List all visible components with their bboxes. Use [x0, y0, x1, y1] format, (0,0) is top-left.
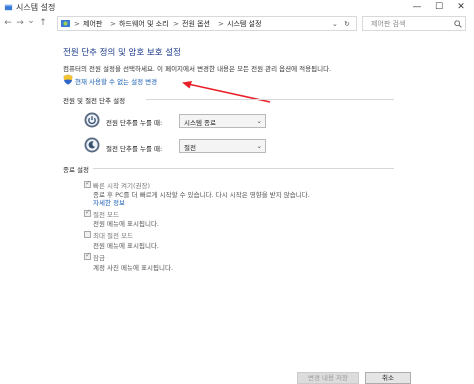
save-changes-button[interactable]: 변경 내용 저장 — [297, 372, 359, 384]
power-button-value: 시스템 종료 — [184, 119, 216, 127]
checkmark-icon: ✓ — [85, 179, 91, 187]
annotation-arrow — [182, 81, 271, 103]
fast-startup-description: 종료 후 PC를 더 빠르게 시작할 수 있습니다. 다시 시작은 영향을 받지… — [93, 191, 310, 199]
lock-description: 계정 사진 메뉴에 표시됩니다. — [93, 264, 174, 272]
sleep-description: 전원 메뉴에 표시됩니다. — [93, 220, 159, 228]
control-panel-icon — [61, 20, 70, 27]
sleep-button-value: 절전 — [184, 144, 196, 152]
checkmark-icon: ✓ — [85, 251, 91, 259]
search-icon[interactable] — [454, 20, 462, 28]
page-title: 전원 단추 정의 및 암호 보호 설정 — [63, 48, 181, 58]
power-button-icon — [84, 112, 100, 128]
sleep-checkbox: ✓ — [84, 208, 91, 217]
uac-shield-icon — [63, 74, 73, 85]
lock-checkbox: ✓ — [84, 251, 91, 260]
cancel-button[interactable]: 취소 — [365, 372, 411, 384]
close-button[interactable]: ✕ — [452, 0, 470, 14]
window-title: 시스템 설정 — [16, 3, 56, 12]
breadcrumb-system-settings[interactable]: 시스템 설정 — [227, 18, 261, 30]
minimize-button[interactable]: — — [408, 0, 426, 14]
breadcrumb-separator: > — [173, 20, 179, 28]
lock-label: 잠금 — [93, 254, 105, 262]
power-button-label: 전원 단추를 누를 때: — [106, 119, 163, 127]
hibernate-description: 전원 메뉴에 표시됩니다. — [93, 242, 159, 250]
up-icon[interactable]: ↑ — [38, 18, 48, 28]
page-description: 컴퓨터의 전원 설정을 선택하세요. 이 페이지에서 변경한 내용은 모든 전원… — [63, 65, 332, 73]
breadcrumb-separator: > — [110, 20, 116, 28]
search-box[interactable]: 제어판 검색 — [362, 16, 466, 31]
power-button-select[interactable]: 시스템 종료 ⌄ — [179, 114, 266, 128]
power-section-title: 전원 및 절전 단추 설정 — [63, 97, 126, 105]
sleep-button-icon — [84, 137, 100, 153]
search-placeholder: 제어판 검색 — [371, 20, 406, 28]
breadcrumb-control-panel[interactable]: 제어판 — [83, 18, 102, 30]
breadcrumb-separator: > — [74, 20, 80, 28]
forward-icon[interactable]: → — [15, 18, 25, 28]
refresh-icon[interactable]: ↻ — [344, 18, 350, 30]
hibernate-label: 최대 절전 모드 — [93, 232, 134, 240]
hibernate-checkbox — [84, 231, 91, 238]
shutdown-section-title: 종료 설정 — [63, 166, 89, 174]
breadcrumb-power-options[interactable]: 전원 옵션 — [182, 18, 210, 30]
title-bar — [0, 0, 474, 15]
recent-dropdown-icon[interactable]: ⌄ — [26, 16, 36, 26]
sleep-button-select[interactable]: 절전 ⌄ — [179, 139, 266, 153]
breadcrumb-hardware-sound[interactable]: 하드웨어 및 소리 — [119, 18, 169, 30]
checkmark-icon: ✓ — [85, 208, 91, 216]
change-settings-link[interactable]: 현재 사용할 수 없는 설정 변경 — [75, 76, 157, 86]
chevron-down-icon: ⌄ — [256, 142, 262, 150]
back-icon[interactable]: ← — [3, 18, 13, 28]
fast-startup-checkbox: ✓ — [84, 179, 91, 188]
section-divider — [146, 99, 394, 100]
sleep-button-label: 절전 단추를 누를 때: — [106, 145, 163, 153]
control-panel-icon — [4, 4, 13, 11]
maximize-button[interactable]: ☐ — [430, 0, 448, 14]
section-divider — [93, 168, 394, 169]
chevron-down-icon: ⌄ — [256, 117, 262, 125]
learn-more-link[interactable]: 자세한 정보 — [93, 197, 125, 207]
address-dropdown-icon[interactable]: ⌄ — [332, 18, 338, 30]
address-bar[interactable]: > 제어판 > 하드웨어 및 소리 > 전원 옵션 > 시스템 설정 ⌄ ↻ — [57, 16, 357, 31]
breadcrumb-separator: > — [218, 20, 224, 28]
